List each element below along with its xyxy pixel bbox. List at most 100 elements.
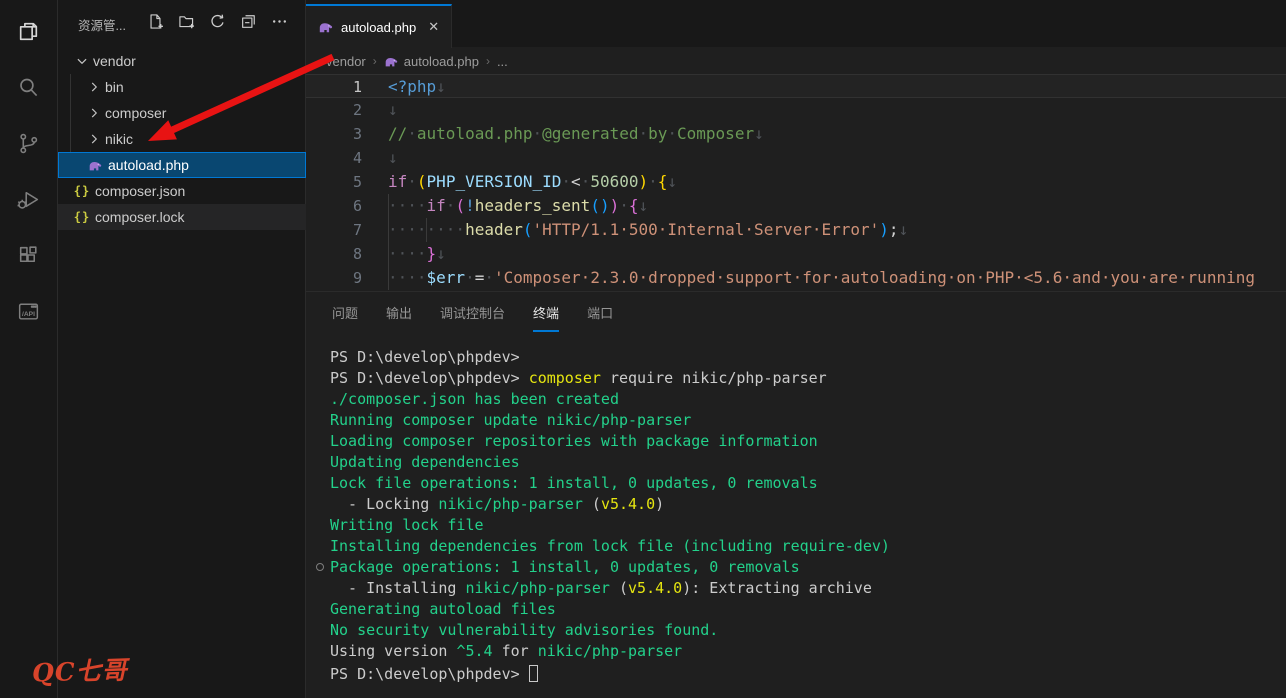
command-decoration-icon <box>316 563 324 571</box>
explorer-action-new-folder[interactable] <box>177 15 195 33</box>
tree-item-composer-json[interactable]: {}composer.json <box>58 178 306 204</box>
breadcrumb-label: vendor <box>326 54 366 69</box>
tab-autoload-php[interactable]: autoload.php ✕ <box>306 4 452 48</box>
code-line-content: //·autoload.php·@generated·by·Composer↓ <box>388 122 764 146</box>
tree-item-composer-lock[interactable]: {} composer.lock <box>58 204 306 230</box>
tree-item-nikic[interactable]: nikic <box>58 126 306 152</box>
terminal-line: Lock file operations: 1 install, 0 updat… <box>330 473 1286 494</box>
activity-item-extensions[interactable] <box>0 230 57 286</box>
sidebar-header: 资源管... <box>58 0 305 48</box>
explorer-action-collapse-all[interactable] <box>239 15 257 33</box>
breadcrumb-item[interactable]: autoload.php <box>384 54 479 69</box>
code-line-content: ↓ <box>388 98 398 122</box>
code-line-content: if·(PHP_VERSION_ID·<·50600)·{↓ <box>388 170 677 194</box>
line-number: 8 <box>306 242 362 266</box>
code-line: 7········header('HTTP/1.1·500·Internal·S… <box>306 218 1286 242</box>
terminal-line: Updating dependencies <box>330 452 1286 473</box>
tree-item-bin[interactable]: bin <box>58 74 306 100</box>
code-line-content: ····}↓ <box>388 242 446 266</box>
line-number: 9 <box>306 266 362 290</box>
terminal-line: Generating autoload files <box>330 599 1286 620</box>
breadcrumb-label: ... <box>497 54 508 69</box>
code-line: 8 ····}↓ <box>306 242 1286 266</box>
terminal-line: Installing dependencies from lock file (… <box>330 536 1286 557</box>
tree-item-autoload-php[interactable]: autoload.php <box>58 152 306 178</box>
panel-tab-terminal[interactable]: 终端 <box>519 292 573 332</box>
explorer-icon <box>16 19 41 49</box>
close-tab-icon[interactable]: ✕ <box>428 19 439 35</box>
chevron-right-icon <box>86 131 102 147</box>
explorer-action-refresh[interactable] <box>208 15 226 33</box>
panel-tab-label: 终端 <box>533 293 559 332</box>
panel-tab-bar: 问题输出调试控制台终端端口 <box>306 292 1286 332</box>
tree-item-label: composer.json <box>95 183 185 199</box>
tree-item-label: composer.lock <box>95 209 184 225</box>
svg-text:/API: /API <box>22 311 35 318</box>
code-line: 6····if·(!headers_sent())·{↓ <box>306 194 1286 218</box>
breadcrumb-label: autoload.php <box>404 54 479 69</box>
terminal-cursor <box>529 665 538 682</box>
vscode-window: /API 资源管... vendor bin composer nikic autolo… <box>0 0 1286 698</box>
tree-item-label: composer <box>105 105 166 121</box>
terminal-line: No security vulnerability advisories fou… <box>330 620 1286 641</box>
php-file-icon <box>87 157 103 173</box>
php-file-icon <box>318 19 334 35</box>
tree-item-label: autoload.php <box>108 157 189 173</box>
code-editor[interactable]: 1<?php↓2↓3 //·autoload.php·@generated·by·… <box>306 74 1286 291</box>
explorer-action-more[interactable] <box>270 15 288 33</box>
refresh-icon <box>209 13 226 35</box>
sidebar-explorer: 资源管... vendor bin composer nikic autoload.ph… <box>58 0 306 698</box>
terminal-line: Using version ^5.4 for nikic/php-parser <box>330 641 1286 662</box>
panel-tab-label: 端口 <box>587 293 613 332</box>
bottom-panel: 问题输出调试控制台终端端口 PS D:\develop\phpdev> PS D… <box>306 291 1286 698</box>
tree-item-label: vendor <box>93 53 136 69</box>
watermark: QC七哥 <box>31 650 128 689</box>
json-braces-icon: {} <box>74 209 90 225</box>
more-icon <box>271 13 288 35</box>
code-line-content: ····if·(!headers_sent())·{↓ <box>388 194 648 218</box>
tree-item-vendor[interactable]: vendor <box>58 48 306 74</box>
panel-tab-label: 调试控制台 <box>440 293 505 332</box>
terminal[interactable]: PS D:\develop\phpdev> PS D:\develop\phpd… <box>306 332 1286 683</box>
panel-tab-debug-console[interactable]: 调试控制台 <box>426 292 519 332</box>
line-number: 5 <box>306 170 362 194</box>
line-number: 4 <box>306 146 362 170</box>
code-line-content: <?php↓ <box>388 75 446 99</box>
breadcrumb-item[interactable]: ... <box>497 54 508 69</box>
breadcrumb: vendor › autoload.php ›... <box>306 48 1286 74</box>
activity-item-run-debug[interactable] <box>0 174 57 230</box>
terminal-line: Loading composer repositories with packa… <box>330 431 1286 452</box>
activity-item-source-control[interactable] <box>0 118 57 174</box>
chevron-right-icon <box>86 105 102 121</box>
tab-bar: autoload.php ✕ <box>306 0 1286 48</box>
terminal-line: PS D:\develop\phpdev> <box>330 662 1286 683</box>
panel-tab-ports[interactable]: 端口 <box>573 292 627 332</box>
activity-item-search[interactable] <box>0 62 57 118</box>
php-tab-icon <box>318 23 334 38</box>
chevron-down-icon <box>74 53 90 69</box>
search-icon <box>16 75 41 105</box>
terminal-line: ./composer.json has been created <box>330 389 1286 410</box>
panel-tab-problems[interactable]: 问题 <box>318 292 372 332</box>
extensions-icon <box>16 243 41 273</box>
tree-item-label: nikic <box>105 131 133 147</box>
code-line: 5 if·(PHP_VERSION_ID·<·50600)·{↓ <box>306 170 1286 194</box>
sidebar-actions <box>146 15 288 33</box>
code-line: 2↓ <box>306 98 1286 122</box>
breadcrumb-separator: › <box>373 54 377 68</box>
panel-tab-output[interactable]: 输出 <box>372 292 426 332</box>
activity-item-api[interactable]: /API <box>0 286 57 342</box>
collapse-all-icon <box>240 13 257 35</box>
line-number: 3 <box>306 122 362 146</box>
breadcrumb-separator: › <box>486 54 490 68</box>
chevron-right-icon <box>86 79 102 95</box>
activity-item-explorer[interactable] <box>0 6 57 62</box>
code-line-content: ····$err·=·'Composer·2.3.0·dropped·suppo… <box>388 266 1255 290</box>
breadcrumb-item[interactable]: vendor <box>326 54 366 69</box>
code-line: 1<?php↓ <box>306 74 1286 98</box>
editor-group: autoload.php ✕ vendor › autoload.php ›... 1… <box>306 0 1286 698</box>
php-breadcrumb-icon <box>384 54 399 69</box>
tree-item-composer[interactable]: composer <box>58 100 306 126</box>
explorer-action-new-file[interactable] <box>146 15 164 33</box>
source-control-icon <box>16 131 41 161</box>
